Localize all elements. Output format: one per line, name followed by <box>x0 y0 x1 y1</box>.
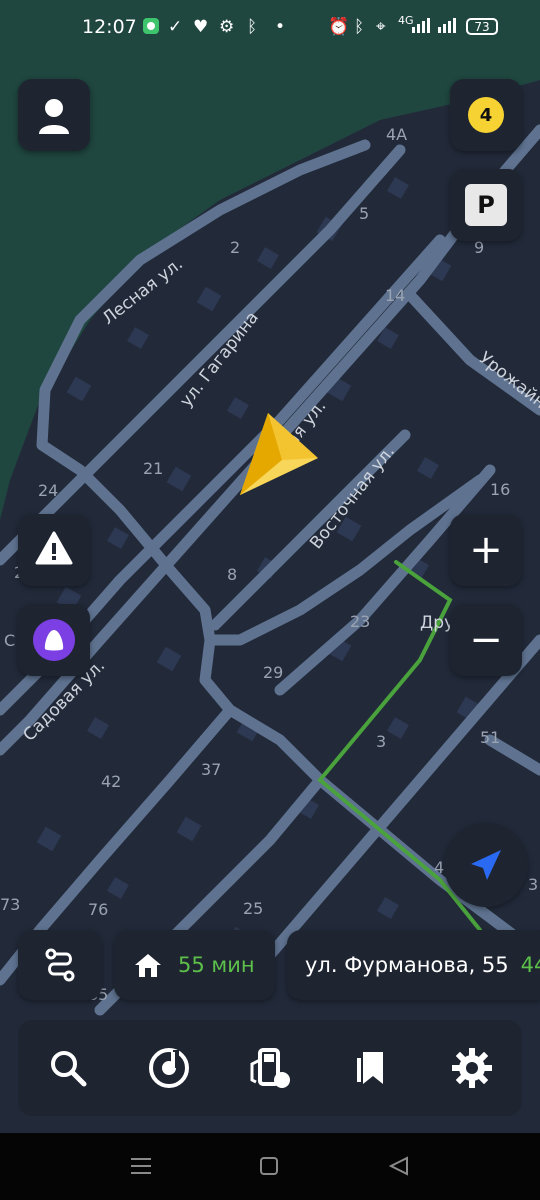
house-number: 14 <box>385 286 405 305</box>
house-number: 2 <box>230 238 240 257</box>
home-square-icon[interactable] <box>260 1157 278 1175</box>
location-icon: ⌖ <box>376 17 386 37</box>
zoom-out-button[interactable]: − <box>450 604 522 676</box>
music-disc-icon <box>149 1048 190 1088</box>
notifications-badge-button[interactable]: 4 <box>450 79 522 151</box>
check-circle-icon: ✓ <box>168 17 183 37</box>
house-number: 3 <box>528 875 538 894</box>
gas-station-button[interactable] <box>240 1038 300 1098</box>
parking-icon: P <box>465 184 507 226</box>
house-number: 21 <box>143 459 163 478</box>
destination-eta: 44 <box>520 953 540 977</box>
battery-icon: 73 <box>466 18 498 35</box>
house-number: 29 <box>263 663 283 682</box>
music-button[interactable] <box>139 1038 199 1098</box>
dot-icon: • <box>275 17 286 37</box>
house-number: С <box>4 631 15 650</box>
search-button[interactable] <box>38 1038 98 1098</box>
house-number: 76 <box>88 900 108 919</box>
bookmarks-button[interactable] <box>341 1038 401 1098</box>
parking-label: P <box>477 191 495 219</box>
home-eta-button[interactable]: 55 мин <box>114 930 275 1000</box>
destination-suggestion[interactable]: ул. Фурманова, 55 44 <box>287 930 540 1000</box>
home-eta-time: 55 мин <box>178 953 255 977</box>
count-badge-value: 4 <box>479 104 493 126</box>
alice-icon <box>33 619 75 661</box>
battery-level: 73 <box>474 19 490 34</box>
report-incident-button[interactable] <box>18 514 90 586</box>
user-icon <box>39 99 69 134</box>
status-time: 12:07 <box>82 16 137 38</box>
back-icon[interactable] <box>389 1156 409 1176</box>
route-icon <box>45 948 75 982</box>
center-location-button[interactable] <box>444 823 528 907</box>
app-notification-icon <box>142 17 160 40</box>
count-badge: 4 <box>468 97 504 133</box>
menu-icon[interactable] <box>131 1157 151 1175</box>
destination-address: ул. Фурманова, 55 <box>305 953 509 977</box>
minus-icon: − <box>469 617 503 663</box>
alice-assistant-button[interactable] <box>18 604 90 676</box>
bluetooth-status-icon: ᛒ <box>354 17 365 37</box>
warning-icon <box>35 531 73 565</box>
house-number: 3 <box>376 732 386 751</box>
fuel-icon <box>250 1048 290 1088</box>
gear-icon <box>451 1048 492 1088</box>
settings-button[interactable] <box>442 1038 502 1098</box>
house-number: 42 <box>101 772 121 791</box>
home-icon <box>135 954 161 977</box>
house-number: 16 <box>490 480 510 499</box>
house-number: 5 <box>359 204 369 223</box>
house-number: 8 <box>227 565 237 584</box>
system-navigation-bar <box>0 1133 540 1200</box>
zoom-in-button[interactable]: + <box>450 514 522 586</box>
status-bar: 12:07 ✓ ♥ ⚙ ᛒ • ⏰ ᛒ ⌖ 4G 73 <box>0 0 540 54</box>
house-number: 73 <box>0 895 20 914</box>
alarm-icon: ⏰ <box>328 17 350 37</box>
bottom-toolbar <box>18 1020 522 1116</box>
house-number: 23 <box>350 612 370 631</box>
house-number: 25 <box>243 899 263 918</box>
plus-icon: + <box>469 527 503 573</box>
signal-icon <box>412 17 460 38</box>
parking-button[interactable]: P <box>450 169 522 241</box>
house-number: 24 <box>38 481 58 500</box>
navigation-arrow-icon <box>471 850 501 880</box>
heart-icon: ♥ <box>193 17 209 37</box>
house-number: 4А <box>386 125 407 144</box>
route-overview-button[interactable] <box>18 930 102 1000</box>
house-number: 37 <box>201 760 221 779</box>
gear-notification-icon: ⚙ <box>219 17 235 37</box>
house-number: 51 <box>480 728 500 747</box>
profile-button[interactable] <box>18 79 90 151</box>
bluetooth-icon: ᛒ <box>247 17 258 37</box>
search-icon <box>51 1051 87 1087</box>
bookmark-icon <box>356 1052 383 1084</box>
